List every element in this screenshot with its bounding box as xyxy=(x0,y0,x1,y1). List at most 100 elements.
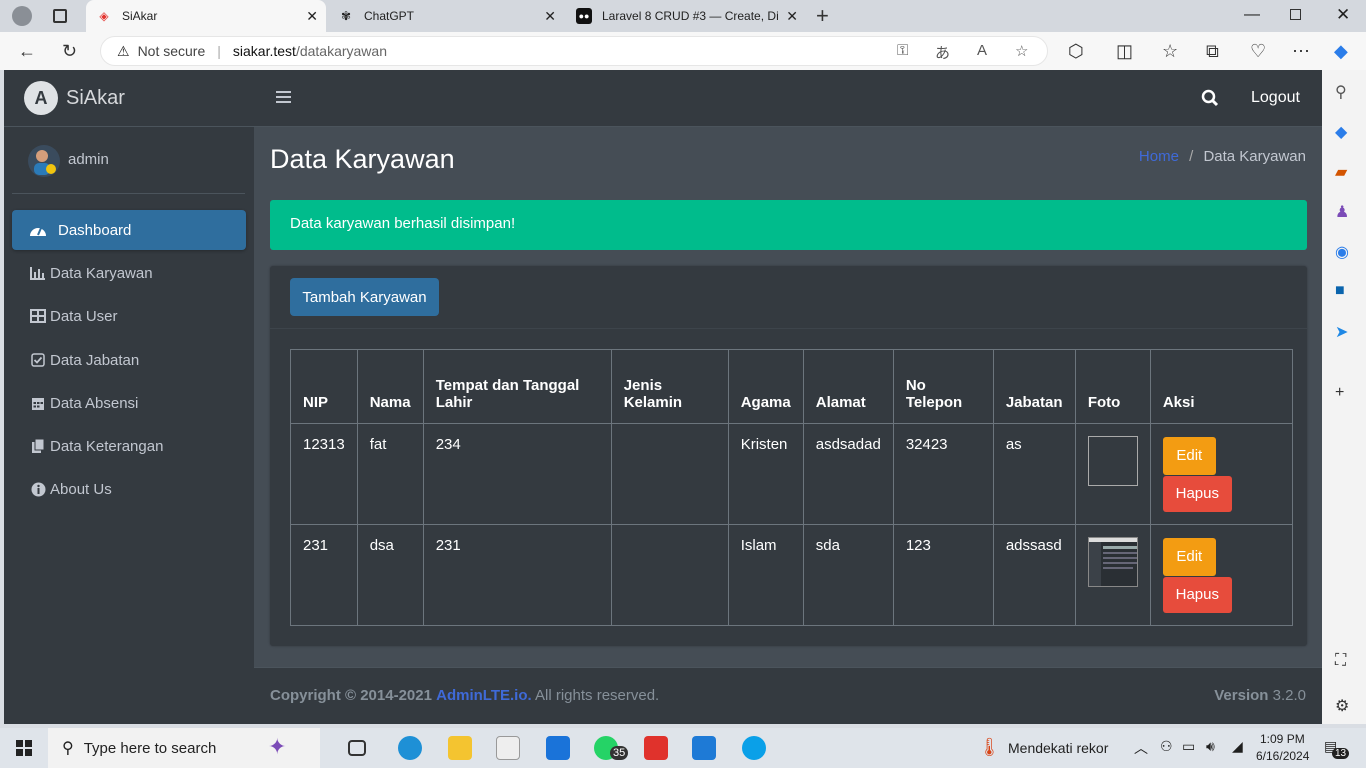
column-header: Aksi xyxy=(1149,349,1293,424)
sidebar-item-about-us[interactable]: About Us xyxy=(12,469,246,509)
delete-button[interactable]: Hapus xyxy=(1162,476,1232,512)
send-icon[interactable]: ➤ xyxy=(1335,322,1348,342)
battery-icon[interactable]: ▭ xyxy=(1182,738,1195,755)
profile-icon[interactable] xyxy=(12,6,32,26)
browser-essentials-icon[interactable]: ♡ xyxy=(1250,41,1266,62)
games-icon[interactable]: ♟ xyxy=(1335,202,1349,222)
refresh-icon[interactable]: ↻ xyxy=(62,41,77,62)
more-menu-icon[interactable]: ⋯ xyxy=(1292,41,1310,62)
tab-title: SiAkar xyxy=(122,9,158,23)
user-name[interactable]: admin xyxy=(68,151,109,168)
tab-chatgpt[interactable]: ✾ ChatGPT ✕ xyxy=(328,0,564,32)
split-screen-icon[interactable]: ◫ xyxy=(1116,41,1133,62)
windows-taskbar: ⚲ Type here to search ✦ 35 🌡 Mendekati r… xyxy=(0,728,1366,768)
column-header: Alamat xyxy=(802,349,894,424)
close-tab-icon[interactable]: ✕ xyxy=(306,8,318,25)
sidebar-item-data-user[interactable]: Data User xyxy=(12,296,246,336)
breadcrumb-current: Data Karyawan xyxy=(1203,148,1306,165)
cell-alamat: sda xyxy=(802,524,894,626)
sidebar-item-label: Data Karyawan xyxy=(50,264,153,282)
hamburger-menu-icon[interactable] xyxy=(276,89,292,108)
sidebar-item-data-karyawan[interactable]: Data Karyawan xyxy=(12,253,246,293)
close-window-button[interactable]: ✕ xyxy=(1336,5,1350,25)
table-icon xyxy=(28,309,48,323)
taskbar-search[interactable]: ⚲ Type here to search ✦ xyxy=(48,728,320,768)
volume-icon[interactable]: 🔊︎ xyxy=(1206,738,1215,755)
brand-link[interactable]: A SiAkar xyxy=(4,70,254,127)
edit-button[interactable]: Edit xyxy=(1162,538,1216,576)
minimize-button[interactable]: — xyxy=(1244,6,1260,24)
add-app-icon[interactable]: + xyxy=(1335,384,1344,402)
collections-icon[interactable]: ⧉ xyxy=(1206,41,1219,62)
column-header: Foto xyxy=(1074,349,1151,424)
logout-link[interactable]: Logout xyxy=(1251,89,1300,107)
search-icon[interactable]: ⚲ xyxy=(1335,82,1347,102)
url-field[interactable]: ⚠ Not secure | siakar.test /datakaryawan… xyxy=(100,36,1048,66)
favorites-icon[interactable]: ☆ xyxy=(1162,41,1178,62)
translate-icon[interactable]: あ xyxy=(935,42,950,63)
read-aloud-icon[interactable]: A xyxy=(977,42,987,59)
outlook-icon[interactable]: ■ xyxy=(1335,282,1345,300)
extensions-icon[interactable]: ⬡ xyxy=(1068,41,1084,62)
clock-date[interactable]: 6/16/2024 xyxy=(1256,749,1309,763)
column-header: Agama xyxy=(727,349,804,424)
weather-text[interactable]: Mendekati rekor xyxy=(1008,740,1108,756)
favorite-star-icon[interactable]: ☆ xyxy=(1015,42,1028,60)
mail-icon[interactable] xyxy=(546,736,570,760)
screenshot-icon[interactable]: ⛶ xyxy=(1335,652,1346,670)
tab-title: ChatGPT xyxy=(364,9,415,23)
page-title: Data Karyawan xyxy=(270,144,455,174)
chevron-up-icon[interactable]: ︿ xyxy=(1134,738,1148,758)
microsoft-store-icon[interactable] xyxy=(496,736,520,760)
cell-ttl: 234 xyxy=(422,423,612,525)
tab-actions-icon[interactable] xyxy=(53,9,67,23)
app-window: A SiAkar admin Dashboard Data Karyawan D… xyxy=(4,70,1322,724)
shopping-tag-icon[interactable]: ◆ xyxy=(1335,122,1347,142)
footer-version: Version 3.2.0 xyxy=(1214,687,1306,704)
search-icon[interactable] xyxy=(1201,89,1219,110)
add-employee-button[interactable]: Tambah Karyawan xyxy=(290,278,439,316)
settings-gear-icon[interactable]: ⚙ xyxy=(1335,696,1349,716)
version-label: Version xyxy=(1214,687,1269,704)
search-placeholder: Type here to search xyxy=(83,739,217,757)
cell-aksi: Edit Hapus xyxy=(1149,524,1293,626)
sidebar-item-data-absensi[interactable]: Data Absensi xyxy=(12,383,246,423)
tab-siakar[interactable]: ◈ SiAkar ✕ xyxy=(86,0,326,32)
sidebar-item-data-keterangan[interactable]: Data Keterangan xyxy=(12,426,246,466)
cell-aksi: Edit Hapus xyxy=(1149,423,1293,525)
tachometer-icon xyxy=(28,222,48,238)
new-tab-button[interactable]: + xyxy=(816,3,829,29)
edge-browser-icon[interactable] xyxy=(398,736,422,760)
file-explorer-icon[interactable] xyxy=(448,736,472,760)
tools-icon[interactable]: ▰ xyxy=(1335,162,1347,182)
back-arrow-icon[interactable]: ← xyxy=(18,41,36,62)
vscode-icon[interactable] xyxy=(692,736,716,760)
teams-app-icon[interactable] xyxy=(742,736,766,760)
cell-nip: 12313 xyxy=(290,423,358,525)
clock-time[interactable]: 1:09 PM xyxy=(1260,732,1305,746)
copilot-icon[interactable]: ◆ xyxy=(1334,41,1348,62)
close-tab-icon[interactable]: ✕ xyxy=(544,8,556,25)
sidebar-item-data-jabatan[interactable]: Data Jabatan xyxy=(12,340,246,380)
wps-office-icon[interactable] xyxy=(644,736,668,760)
windows-start-icon[interactable] xyxy=(16,740,32,756)
delete-button[interactable]: Hapus xyxy=(1162,577,1232,613)
tab-laravel-crud[interactable]: ●● Laravel 8 CRUD #3 — Create, Di ✕ xyxy=(566,0,806,32)
adminlte-link[interactable]: AdminLTE.io. xyxy=(436,687,532,704)
network-icon[interactable]: ⚇ xyxy=(1160,738,1173,755)
tab-title: Laravel 8 CRUD #3 — Create, Di xyxy=(602,9,779,23)
sidebar-item-dashboard[interactable]: Dashboard xyxy=(12,210,246,250)
employee-card: Tambah Karyawan NIP Nama Tempat dan Tang… xyxy=(270,266,1307,646)
close-tab-icon[interactable]: ✕ xyxy=(786,8,798,25)
cell-telepon: 32423 xyxy=(892,423,994,525)
cell-jenis-kelamin xyxy=(610,423,729,525)
wifi-icon[interactable]: ◢ xyxy=(1232,738,1243,755)
employee-table: NIP Nama Tempat dan Tanggal Lahir Jenis … xyxy=(290,349,1293,626)
microsoft365-icon[interactable]: ◉ xyxy=(1335,242,1349,262)
key-icon[interactable]: ⚿ xyxy=(897,42,908,59)
broken-photo-image xyxy=(1087,436,1138,486)
task-view-icon[interactable] xyxy=(348,740,366,756)
restore-button[interactable] xyxy=(1290,9,1301,20)
breadcrumb-home-link[interactable]: Home xyxy=(1139,148,1179,165)
edit-button[interactable]: Edit xyxy=(1162,437,1216,475)
